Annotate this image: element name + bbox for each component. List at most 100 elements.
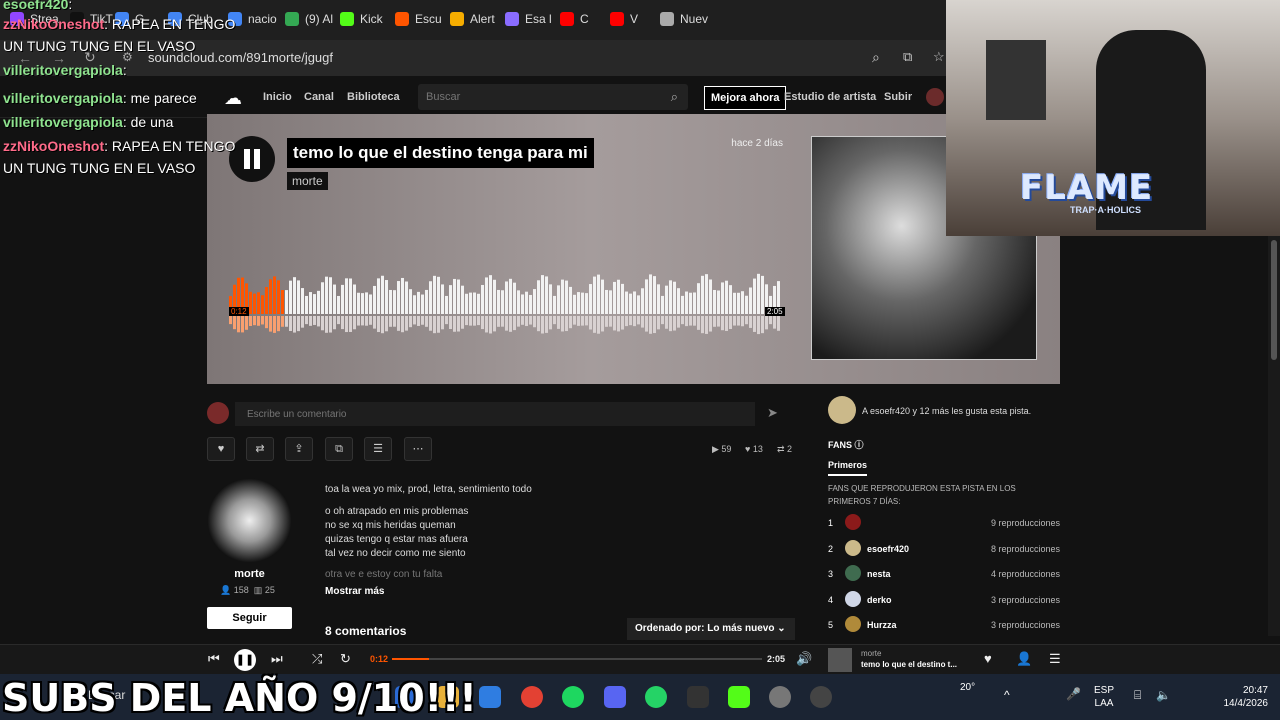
fan-row[interactable]: 1 9 reproducciones — [828, 514, 1060, 532]
waveform-bar — [337, 295, 340, 314]
kick-icon[interactable] — [728, 686, 750, 708]
nav-library[interactable]: Biblioteca — [347, 91, 400, 103]
waveform[interactable] — [229, 270, 783, 340]
upload-link[interactable]: Subir — [884, 91, 912, 103]
mini-artist[interactable]: morte — [861, 649, 881, 658]
nav-feed[interactable]: Canal — [304, 91, 334, 103]
fan-name[interactable]: derko — [867, 595, 892, 605]
waveform-reflection — [569, 316, 572, 329]
weather-temp[interactable]: 20° — [960, 682, 975, 693]
bookmark-star-icon[interactable]: ☆ — [933, 49, 945, 65]
browser-tab[interactable]: nacio — [228, 8, 278, 30]
waveform-reflection — [385, 316, 388, 332]
soundcloud-logo-icon[interactable]: ☁ — [224, 88, 242, 109]
upgrade-button[interactable]: Mejora ahora — [704, 86, 787, 110]
browser-tab[interactable]: C — [560, 8, 610, 30]
waveform-reflection — [445, 316, 448, 325]
mini-title[interactable]: temo lo que el destino t... — [861, 660, 957, 669]
previous-icon[interactable]: ⏮ — [208, 651, 220, 667]
volume-icon[interactable]: 🔊 — [796, 651, 812, 667]
waveform-bar — [553, 295, 556, 314]
browser-tab[interactable]: Esa l — [505, 8, 555, 30]
next-icon[interactable]: ⏭ — [271, 651, 283, 667]
zoom-icon[interactable]: ⌕ — [872, 49, 880, 66]
browser-tab[interactable]: (9) Al — [285, 8, 335, 30]
pause-icon[interactable]: ❚❚ — [234, 649, 256, 671]
queue-icon[interactable]: ☰ — [1049, 651, 1061, 667]
waveform-reflection — [449, 316, 452, 329]
shuffle-icon[interactable]: ⤮ — [312, 651, 322, 667]
fan-avatar[interactable] — [845, 514, 861, 530]
progress-bar[interactable] — [392, 658, 762, 660]
spotify-icon[interactable] — [562, 686, 584, 708]
track-artist-link[interactable]: morte — [287, 172, 328, 190]
install-icon[interactable]: ⧉ — [903, 49, 912, 65]
whatsapp-icon[interactable] — [645, 686, 667, 708]
waveform-reflection — [529, 316, 532, 325]
fan-avatar[interactable] — [845, 590, 861, 607]
browser-tab[interactable]: Alert — [450, 8, 500, 30]
copy-link-button[interactable]: ⧉ — [325, 437, 353, 461]
follow-icon[interactable]: 👤 — [1016, 651, 1032, 667]
browser-tab[interactable]: Escu — [395, 8, 445, 30]
waveform-bar — [645, 279, 648, 314]
app-icon[interactable] — [687, 686, 709, 708]
mini-cover-art[interactable] — [828, 648, 852, 672]
tray-chevron-icon[interactable]: ^ — [1004, 688, 1010, 702]
fan-avatar[interactable] — [845, 565, 861, 581]
fan-name[interactable]: Hurzza — [867, 620, 897, 630]
user-avatar[interactable] — [926, 88, 944, 106]
info-icon[interactable]: ⓘ — [855, 440, 864, 450]
fan-row[interactable]: 3 nesta 4 reproducciones — [828, 565, 1060, 583]
fan-row[interactable]: 2 esoefr420 8 reproducciones — [828, 539, 1060, 558]
follow-button[interactable]: Seguir — [207, 607, 292, 629]
mic-icon[interactable]: 🎤 — [1066, 687, 1081, 701]
tab-favicon-icon — [660, 12, 674, 26]
fan-avatar[interactable] — [845, 616, 861, 632]
nav-home[interactable]: Inicio — [263, 91, 292, 103]
store-icon[interactable] — [479, 686, 501, 708]
comment-input[interactable] — [235, 402, 755, 426]
language-indicator[interactable]: ESP LAA — [1094, 684, 1114, 710]
fan-avatar[interactable] — [845, 539, 861, 556]
more-button[interactable]: ⋯ — [404, 437, 432, 461]
clock[interactable]: 20:47 14/4/2026 — [1204, 684, 1269, 710]
like-button[interactable]: ♥ — [207, 437, 235, 461]
browser-tab[interactable]: V — [610, 8, 660, 30]
liker-avatar[interactable] — [828, 396, 856, 424]
browser-tab[interactable]: Nuev — [660, 8, 710, 30]
waveform-bar — [737, 292, 740, 314]
obs-icon[interactable] — [810, 686, 832, 708]
followers-count: 158 — [233, 585, 249, 595]
artist-name[interactable]: morte — [207, 568, 292, 580]
settings-icon[interactable] — [769, 686, 791, 708]
tab-first-fans[interactable]: Primeros — [828, 460, 868, 476]
scrollbar-thumb[interactable] — [1271, 240, 1277, 360]
chrome-icon[interactable] — [521, 686, 543, 708]
fan-row[interactable]: 5 Hurzza 3 reproducciones — [828, 616, 1060, 634]
send-icon[interactable]: ➤ — [767, 405, 778, 421]
fan-name[interactable]: nesta — [867, 569, 891, 579]
show-more-link[interactable]: Mostrar más — [325, 586, 384, 597]
repost-button[interactable]: ⇄ — [246, 437, 274, 461]
fan-row[interactable]: 4 derko 3 reproducciones — [828, 590, 1060, 609]
artist-avatar[interactable] — [207, 478, 292, 563]
repeat-icon[interactable]: ↻ — [340, 651, 351, 667]
fan-name[interactable]: esoefr420 — [867, 544, 909, 554]
like-icon[interactable]: ♥ — [984, 651, 992, 666]
network-icon[interactable]: ⌸ — [1134, 688, 1141, 703]
waveform-bar — [669, 280, 672, 314]
page-scrollbar[interactable] — [1268, 236, 1280, 636]
discord-icon[interactable] — [604, 686, 626, 708]
artist-studio-link[interactable]: Estudio de artista — [784, 91, 876, 103]
add-to-playlist-button[interactable]: ☰ — [364, 437, 392, 461]
sort-dropdown[interactable]: Ordenado por: Lo más nuevo ⌄ — [627, 618, 795, 640]
share-button[interactable]: ⇪ — [285, 437, 313, 461]
likes-summary[interactable]: A esoefr420 y 12 más les gusta esta pist… — [862, 406, 1031, 416]
waveform-bar — [505, 281, 508, 314]
search-input[interactable] — [418, 84, 688, 110]
pause-button[interactable] — [229, 136, 275, 182]
browser-tab[interactable]: Kick — [340, 8, 390, 30]
search-icon[interactable]: ⌕ — [671, 89, 678, 105]
speaker-icon[interactable]: 🔈 — [1156, 688, 1171, 702]
